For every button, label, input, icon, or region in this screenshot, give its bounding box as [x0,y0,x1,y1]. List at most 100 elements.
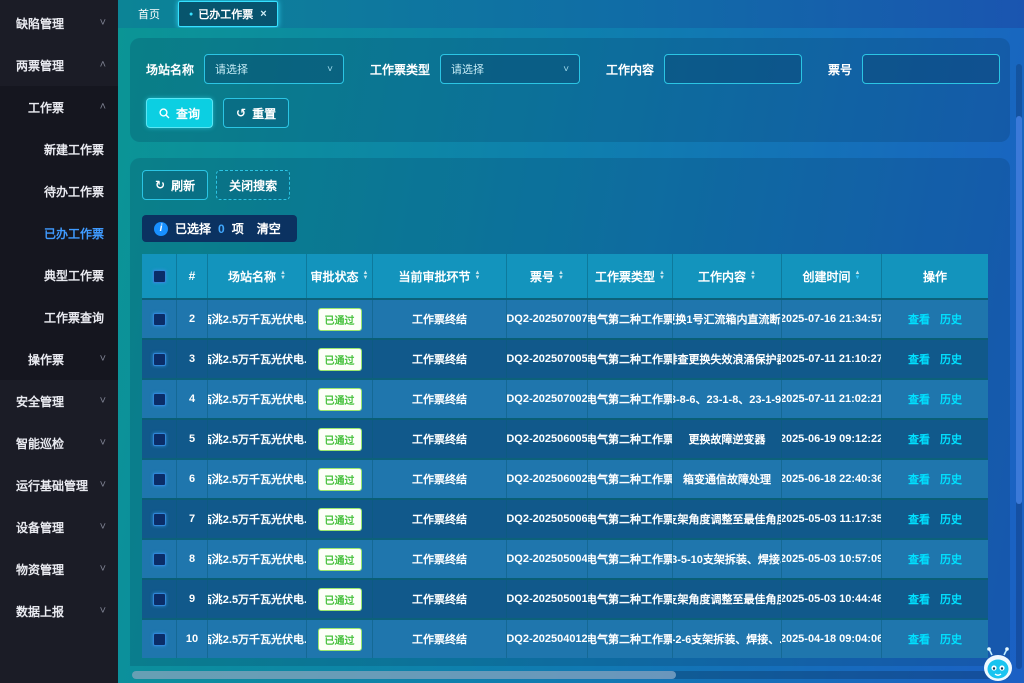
sidebar-item-done-work-ticket[interactable]: 已办工作票 [0,212,118,254]
sidebar-item-data-reporting[interactable]: 数据上报˅ [0,590,118,632]
station-name-cell: 临洮2.5万千瓦光伏电... [208,620,307,658]
query-button[interactable]: 查询 [146,98,213,128]
sidebar-item-work-ticket[interactable]: 工作票˄ [0,86,118,128]
history-link[interactable]: 历史 [940,591,962,607]
row-checkbox[interactable] [153,393,166,406]
refresh-button[interactable]: ↻ 刷新 [142,170,208,200]
station-name-select[interactable]: 请选择 ˅ [204,54,344,84]
tab-done-work-tickets[interactable]: ● 已办工作票 × [178,1,278,27]
row-actions-cell: 查看历史 [882,460,988,498]
row-actions-cell: 查看历史 [882,420,988,458]
sidebar-item-intelligent-inspection[interactable]: 智能巡检˅ [0,422,118,464]
row-select-cell [142,620,177,658]
row-checkbox[interactable] [153,553,166,566]
row-actions-cell: 查看历史 [882,540,988,578]
work-content-input[interactable] [664,54,802,84]
clear-selection-link[interactable]: 清空 [257,220,281,237]
table-row: 7临洮2.5万千瓦光伏电...已通过工作票终结DQ2-202505006电气第二… [142,498,988,538]
history-link[interactable]: 历史 [940,311,962,327]
row-checkbox[interactable] [153,473,166,486]
history-link[interactable]: 历史 [940,511,962,527]
row-checkbox[interactable] [153,513,166,526]
created-time-cell: 2025-06-19 09:12:22 [782,420,882,458]
work-content-cell: 排查更换失效浪涌保护器 [673,340,782,378]
reset-button[interactable]: ↺ 重置 [223,98,289,128]
view-link[interactable]: 查看 [908,591,930,607]
station-name-cell: 临洮2.5万千瓦光伏电... [208,380,307,418]
work-content-label: 工作内容 [606,61,654,78]
view-link[interactable]: 查看 [908,631,930,647]
ticket-no-input[interactable] [862,54,1000,84]
sidebar-item-equipment-management[interactable]: 设备管理˅ [0,506,118,548]
table-row: 2临洮2.5万千瓦光伏电...已通过工作票终结DQ2-202507007电气第二… [142,298,988,338]
sidebar-item-pending-work-ticket[interactable]: 待办工作票 [0,170,118,212]
row-select-cell [142,380,177,418]
view-link[interactable]: 查看 [908,351,930,367]
row-checkbox[interactable] [153,433,166,446]
ticket-type-field: 工作票类型 请选择 ˅ [370,54,580,84]
history-link[interactable]: 历史 [940,631,962,647]
sidebar-item-operation-basic-management[interactable]: 运行基础管理˅ [0,464,118,506]
chevron-down-icon: ˅ [100,17,106,29]
column-label: 创建时间 [803,268,851,285]
row-checkbox[interactable] [153,593,166,606]
work-content-cell: 4-2-6支架拆装、焊接、... [673,620,782,658]
view-link[interactable]: 查看 [908,311,930,327]
view-link[interactable]: 查看 [908,511,930,527]
work-content-cell: 支架角度调整至最佳角度 [673,580,782,618]
tab-home[interactable]: 首页 [128,2,170,26]
approval-status-cell: 已通过 [307,500,373,538]
sidebar-item-typical-work-ticket[interactable]: 典型工作票 [0,254,118,296]
row-checkbox[interactable] [153,313,166,326]
view-link[interactable]: 查看 [908,431,930,447]
ticket-no-cell: DQ2-202507002 [507,380,588,418]
vertical-scrollbar-thumb[interactable] [1016,116,1022,504]
table-body: 2临洮2.5万千瓦光伏电...已通过工作票终结DQ2-202507007电气第二… [142,298,988,658]
assistant-robot-button[interactable] [978,647,1018,683]
row-checkbox[interactable] [153,633,166,646]
column-header-type[interactable]: 工作票类型▲▼ [588,254,673,298]
column-header-stage[interactable]: 当前审批环节▲▼ [373,254,507,298]
vertical-scrollbar[interactable] [1016,64,1022,669]
sidebar-item-safety-management[interactable]: 安全管理˅ [0,380,118,422]
view-link[interactable]: 查看 [908,471,930,487]
sidebar-item-label: 安全管理 [16,393,64,410]
sidebar-item-label: 待办工作票 [44,183,104,200]
sidebar-item-operation-ticket[interactable]: 操作票˅ [0,338,118,380]
sidebar-item-two-ticket-management[interactable]: 两票管理˄ [0,44,118,86]
sidebar-item-work-ticket-query[interactable]: 工作票查询 [0,296,118,338]
row-checkbox[interactable] [153,353,166,366]
view-link[interactable]: 查看 [908,551,930,567]
ticket-type-select[interactable]: 请选择 ˅ [440,54,580,84]
column-header-status[interactable]: 审批状态▲▼ [307,254,373,298]
history-link[interactable]: 历史 [940,351,962,367]
row-actions-cell: 查看历史 [882,300,988,338]
horizontal-scrollbar-thumb[interactable] [132,671,676,679]
column-header-station[interactable]: 场站名称▲▼ [208,254,307,298]
row-select-cell [142,500,177,538]
view-link[interactable]: 查看 [908,391,930,407]
column-header-ticket[interactable]: 票号▲▼ [507,254,588,298]
close-search-button[interactable]: 关闭搜索 [216,170,290,200]
history-link[interactable]: 历史 [940,391,962,407]
sidebar-item-new-work-ticket[interactable]: 新建工作票 [0,128,118,170]
column-label: # [189,269,196,283]
select-all-checkbox[interactable] [153,270,166,283]
history-link[interactable]: 历史 [940,471,962,487]
column-label: 审批状态 [311,268,359,285]
tab-close-icon[interactable]: × [260,8,266,20]
sidebar-item-label: 典型工作票 [44,267,104,284]
sidebar-item-defect-management[interactable]: 缺陷管理˅ [0,2,118,44]
ticket-no-cell: DQ2-202504012 [507,620,588,658]
selection-items-suffix: 项 [232,220,244,237]
column-header-created[interactable]: 创建时间▲▼ [782,254,882,298]
horizontal-scrollbar[interactable] [132,671,1010,679]
row-index: 10 [177,620,208,658]
column-label: 当前审批环节 [399,268,471,285]
sidebar-item-material-management[interactable]: 物资管理˅ [0,548,118,590]
station-name-cell: 临洮2.5万千瓦光伏电... [208,340,307,378]
column-header-content[interactable]: 工作内容▲▼ [673,254,782,298]
history-link[interactable]: 历史 [940,551,962,567]
history-link[interactable]: 历史 [940,431,962,447]
tab-bar: 首页 ● 已办工作票 × [118,0,1024,28]
